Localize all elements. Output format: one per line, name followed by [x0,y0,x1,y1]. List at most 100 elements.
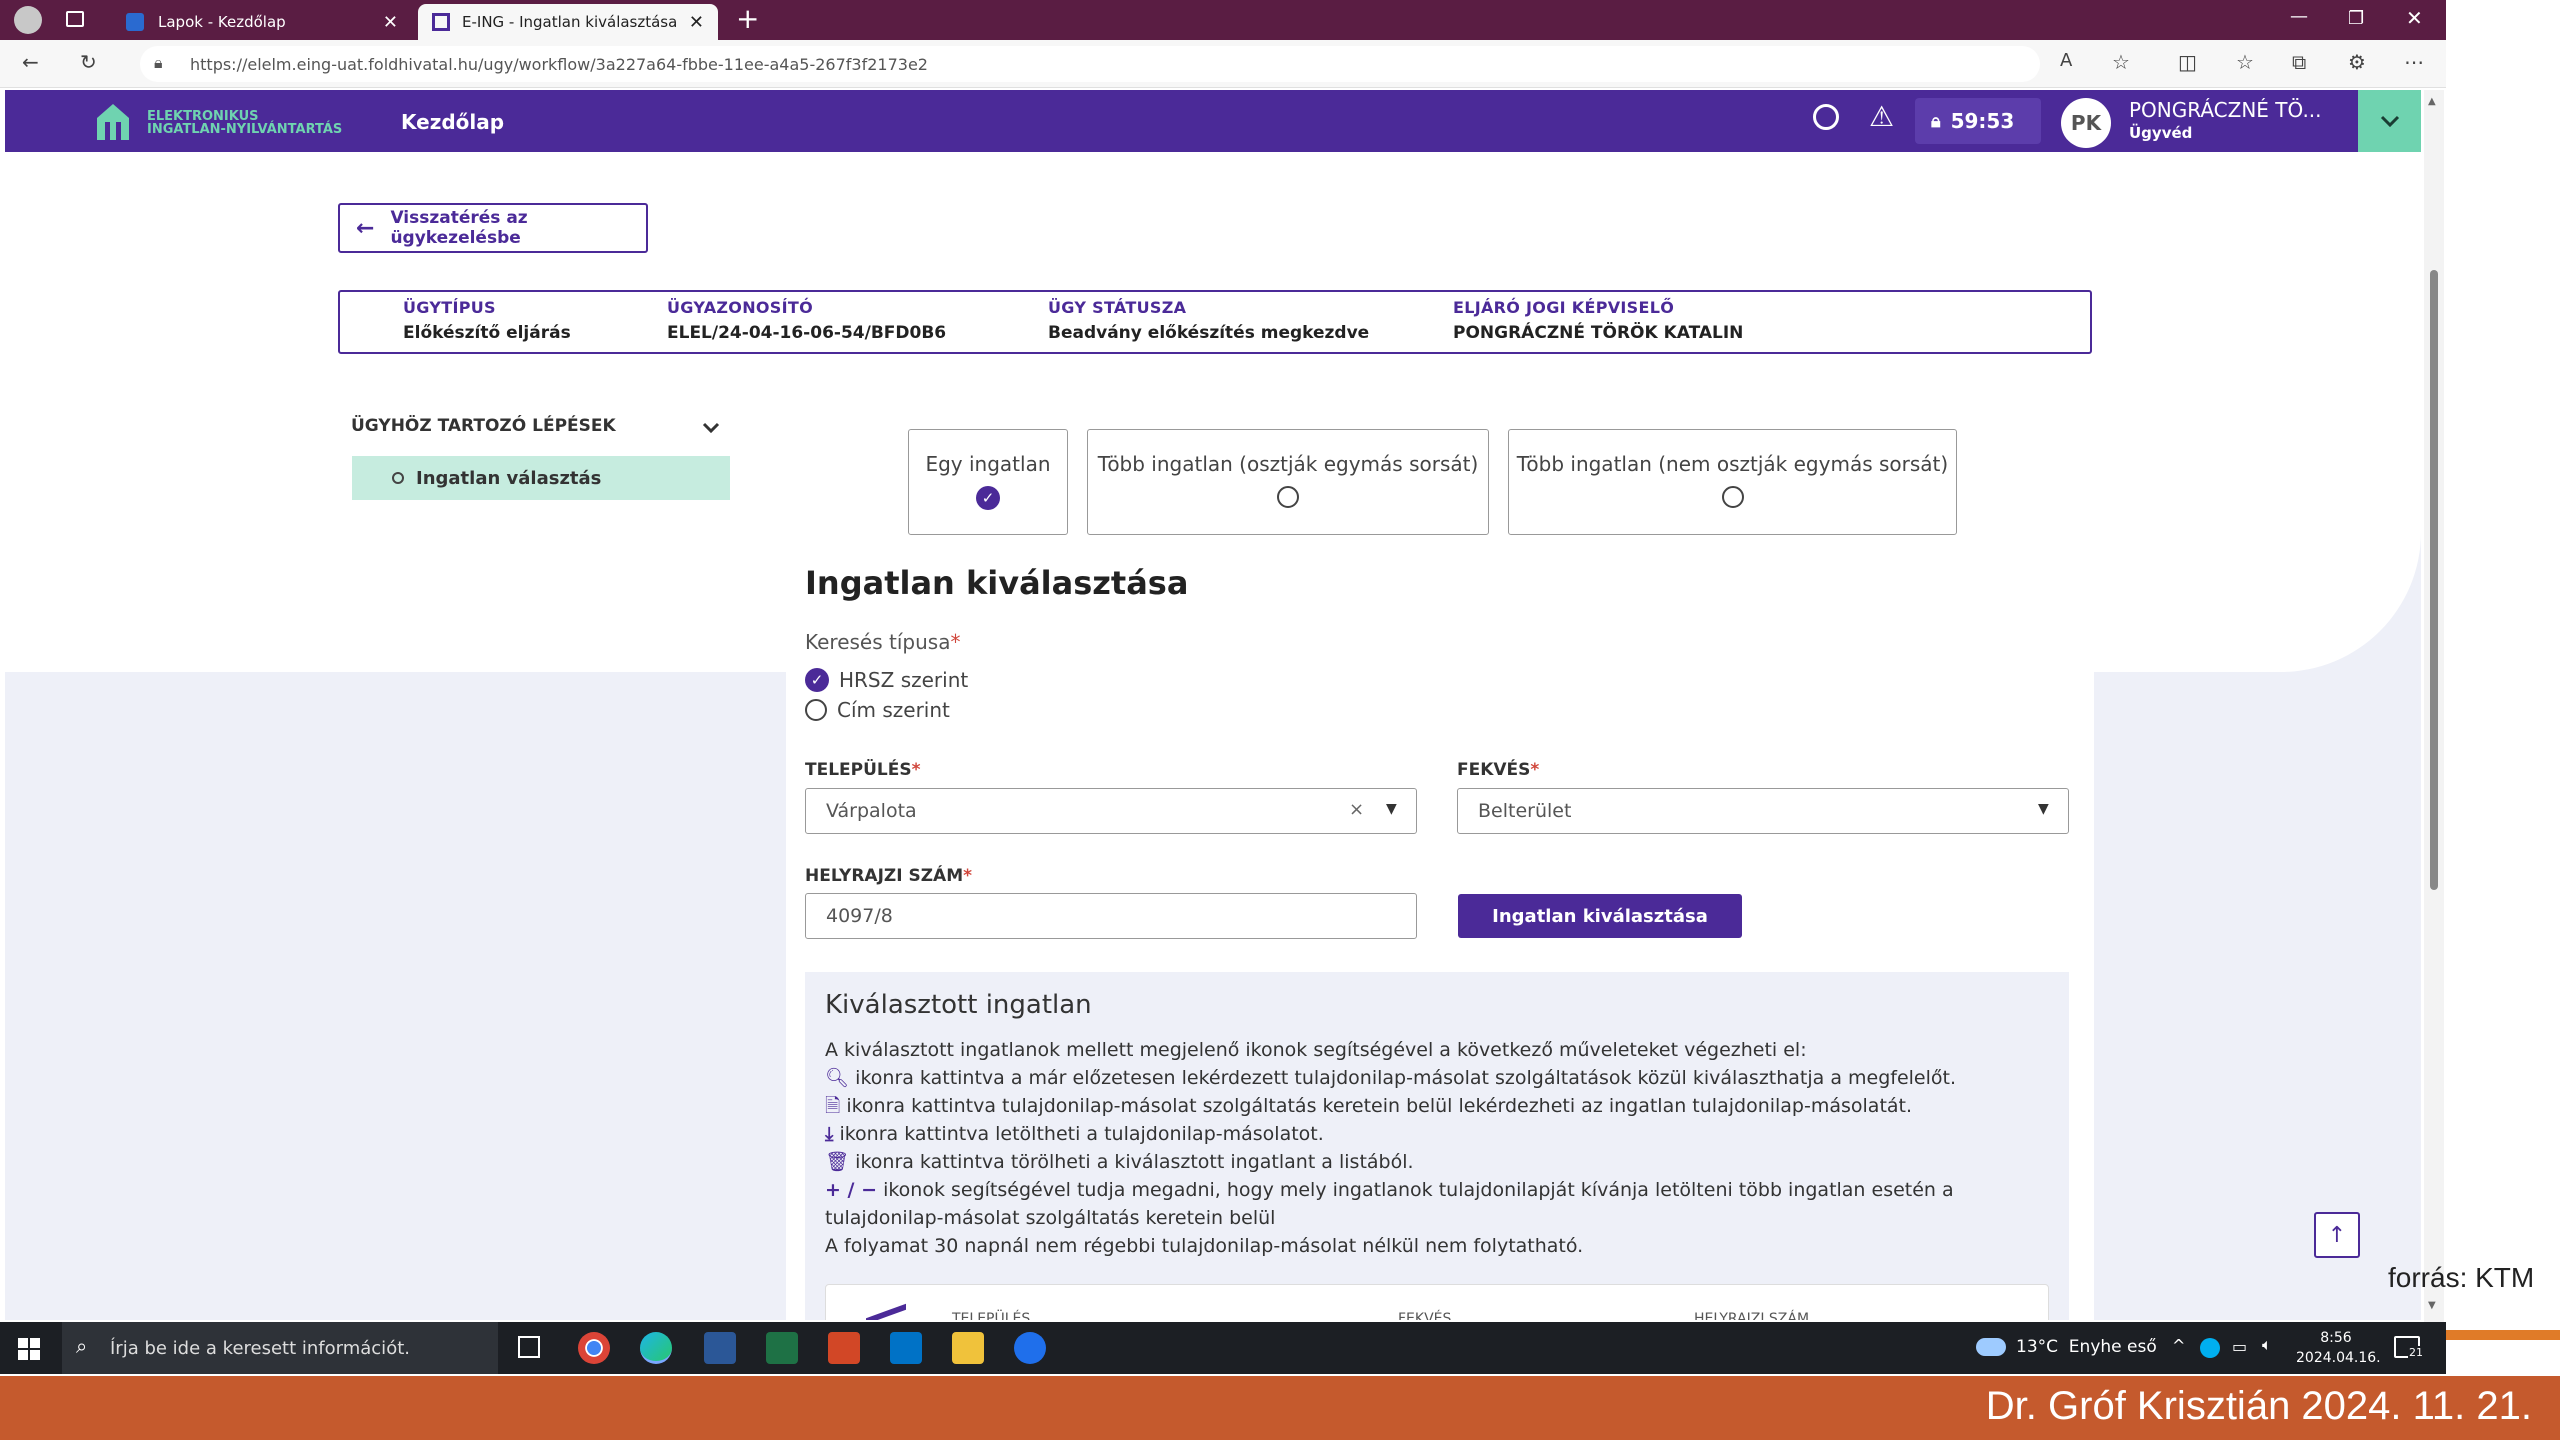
weather-text[interactable]: 13°C Enyhe eső [2016,1337,2157,1357]
avatar[interactable]: PK [2061,98,2111,148]
warning-icon[interactable]: ⚠ [1869,100,1894,133]
tray-chevron-icon[interactable]: ^ [2172,1336,2185,1355]
word-icon[interactable] [704,1332,736,1364]
download-icon: ⤓ [825,1123,834,1145]
refresh-icon[interactable]: ↻ [80,50,97,74]
scrollbar-thumb[interactable] [2430,270,2438,890]
chevron-down-icon [2380,115,2399,127]
tab-favicon-icon [126,13,144,31]
radio-label: Cím szerint [837,698,950,722]
plus-minus-icon: + / − [825,1179,878,1201]
check-radio-icon: ✓ [805,668,829,692]
telepules-select[interactable]: Várpalota × ▼ [805,788,1417,834]
arrow-left-icon: ← [356,215,375,241]
option-multiple-shared[interactable]: Több ingatlan (osztják egymás sorsát) [1087,429,1489,535]
split-screen-icon[interactable]: ◫ [2178,50,2197,74]
info-intro: A kiválasztott ingatlanok mellett megjel… [825,1039,1807,1061]
new-tab-button[interactable]: + [736,2,759,35]
telepules-label: TELEPÜLÉS* [805,760,921,780]
hrsz-input[interactable]: 4097/8 [805,893,1417,939]
more-menu-icon[interactable]: ⋯ [2404,50,2424,74]
skype-icon[interactable] [2200,1338,2220,1358]
webex-icon[interactable] [1014,1332,1046,1364]
browser-tab-bar: Lapok - Kezdőlap ✕ E-ING - Ingatlan kivá… [0,0,2446,40]
search-type-label: Keresés típusa* [805,630,961,654]
dropdown-arrow-icon[interactable]: ▼ [1386,801,1397,817]
minimize-icon[interactable]: — [2290,6,2308,27]
back-to-case-button[interactable]: ← Visszatérés az ügykezelésbe [338,203,648,253]
task-view-icon[interactable] [518,1336,540,1358]
windows-start-icon[interactable] [18,1338,40,1360]
case-id-value: ELEL/24-04-16-06-54/BFD0B6 [667,323,947,343]
scroll-down-arrow-icon[interactable]: ▼ [2428,1300,2436,1311]
session-timer: 🔒︎ 59:53 [1915,98,2041,144]
main-card: Egy ingatlan ✓ Több ingatlan (osztják eg… [786,388,2094,1320]
network-icon[interactable]: ▭ [2232,1337,2247,1356]
close-window-icon[interactable]: ✕ [2406,6,2423,30]
info-note: A folyamat 30 napnál nem régebbi tulajdo… [825,1235,1584,1257]
info-plusminus-cont: tulajdonilap-másolat szolgáltatás kerete… [825,1207,1276,1229]
notification-center-icon[interactable]: 21 [2394,1336,2424,1359]
user-name: PONGRÁCZNÉ TÖ... [2129,98,2322,122]
outlook-icon[interactable] [890,1332,922,1364]
favorite-star-icon[interactable]: ☆ [2112,50,2130,74]
case-status-label: ÜGY STÁTUSZA [1048,298,1187,317]
close-tab-icon[interactable]: ✕ [689,12,704,33]
collections-icon[interactable]: ⧉ [2292,50,2306,74]
scroll-to-top-button[interactable]: ↑ [2314,1212,2360,1258]
avatar-initials: PK [2070,111,2102,135]
radio-hrsz[interactable]: ✓ HRSZ szerint [805,668,968,692]
selected-property-row: TELEPÜLÉS FEKVÉS HELYRAJZI SZÁM [825,1284,2049,1320]
option-single-property[interactable]: Egy ingatlan ✓ [908,429,1068,535]
volume-icon[interactable]: 🔈︎ [2262,1335,2272,1355]
select-property-button[interactable]: Ingatlan kiválasztása [1458,894,1742,938]
tab-lapok[interactable]: Lapok - Kezdőlap ✕ [112,4,412,40]
extensions-icon[interactable]: ⚙ [2348,50,2366,74]
file-explorer-icon[interactable] [952,1332,984,1364]
scroll-up-arrow-icon[interactable]: ▲ [2428,96,2436,107]
profile-icon[interactable] [14,6,42,34]
home-favicon-icon [432,13,450,31]
tab-label: Lapok - Kezdőlap [158,13,286,31]
url-field[interactable]: 🔒︎ https://elelm.eing-uat.foldhivatal.hu… [140,46,2040,82]
radio-address[interactable]: Cím szerint [805,698,950,722]
logo[interactable]: ELEKTRONIKUS INGATLAN-NYILVÁNTARTÁS [93,100,363,142]
option-multiple-separate[interactable]: Több ingatlan (nem osztják egymás sorsát… [1508,429,1957,535]
chevron-down-icon[interactable] [702,422,720,434]
lock-icon: 🔒︎ [154,53,163,72]
edge-icon[interactable] [640,1332,672,1364]
radio-empty-icon [805,699,827,721]
restore-icon[interactable]: ❐ [2348,8,2364,29]
fekves-value: Belterület [1478,800,1572,822]
close-tab-icon[interactable]: ✕ [383,12,398,33]
favorites-icon[interactable]: ☆ [2236,50,2254,74]
fekves-select[interactable]: Belterület ▼ [1457,788,2069,834]
clear-icon[interactable]: × [1349,799,1364,820]
slide-accent-bar [2446,1330,2560,1340]
taskbar-search-box[interactable]: ⌕ Írja be ide a keresett információt. [62,1322,498,1374]
clock[interactable]: 8:56 2024.04.16. [2296,1328,2381,1368]
fekves-label: FEKVÉS* [1457,760,1540,780]
chrome-icon[interactable] [578,1332,610,1364]
clock-date: 2024.04.16. [2296,1350,2381,1366]
powerpoint-icon[interactable] [828,1332,860,1364]
dropdown-arrow-icon[interactable]: ▼ [2038,801,2049,817]
table-header-fekves: FEKVÉS [1398,1311,1452,1320]
info-delete-line: 🗑︎ ikonra kattintva törölheti a kiválasz… [825,1151,1414,1173]
weather-cloud-icon [1976,1338,2006,1356]
step-item-ingatlan-valasztas[interactable]: Ingatlan választás [352,456,730,500]
chat-icon[interactable] [1813,104,1839,130]
back-icon[interactable]: ← [22,50,39,74]
page-scrollbar[interactable]: ▲ ▼ [2424,90,2444,1322]
back-button-label: Visszatérés az ügykezelésbe [390,208,528,248]
nav-home-link[interactable]: Kezdőlap [401,110,504,134]
table-header-hrsz: HELYRAJZI SZÁM [1694,1311,1810,1320]
excel-icon[interactable] [766,1332,798,1364]
user-menu-button[interactable] [2358,90,2421,152]
tab-actions-icon[interactable] [66,11,84,27]
house-logo-icon [97,104,129,140]
lock-icon: 🔒︎ [1931,110,1941,132]
read-aloud-icon[interactable]: A [2060,50,2072,71]
footer-text: Dr. Gróf Krisztián 2024. 11. 21. [1985,1384,2532,1428]
tab-eing[interactable]: E-ING - Ingatlan kiválasztása ✕ [418,4,718,40]
